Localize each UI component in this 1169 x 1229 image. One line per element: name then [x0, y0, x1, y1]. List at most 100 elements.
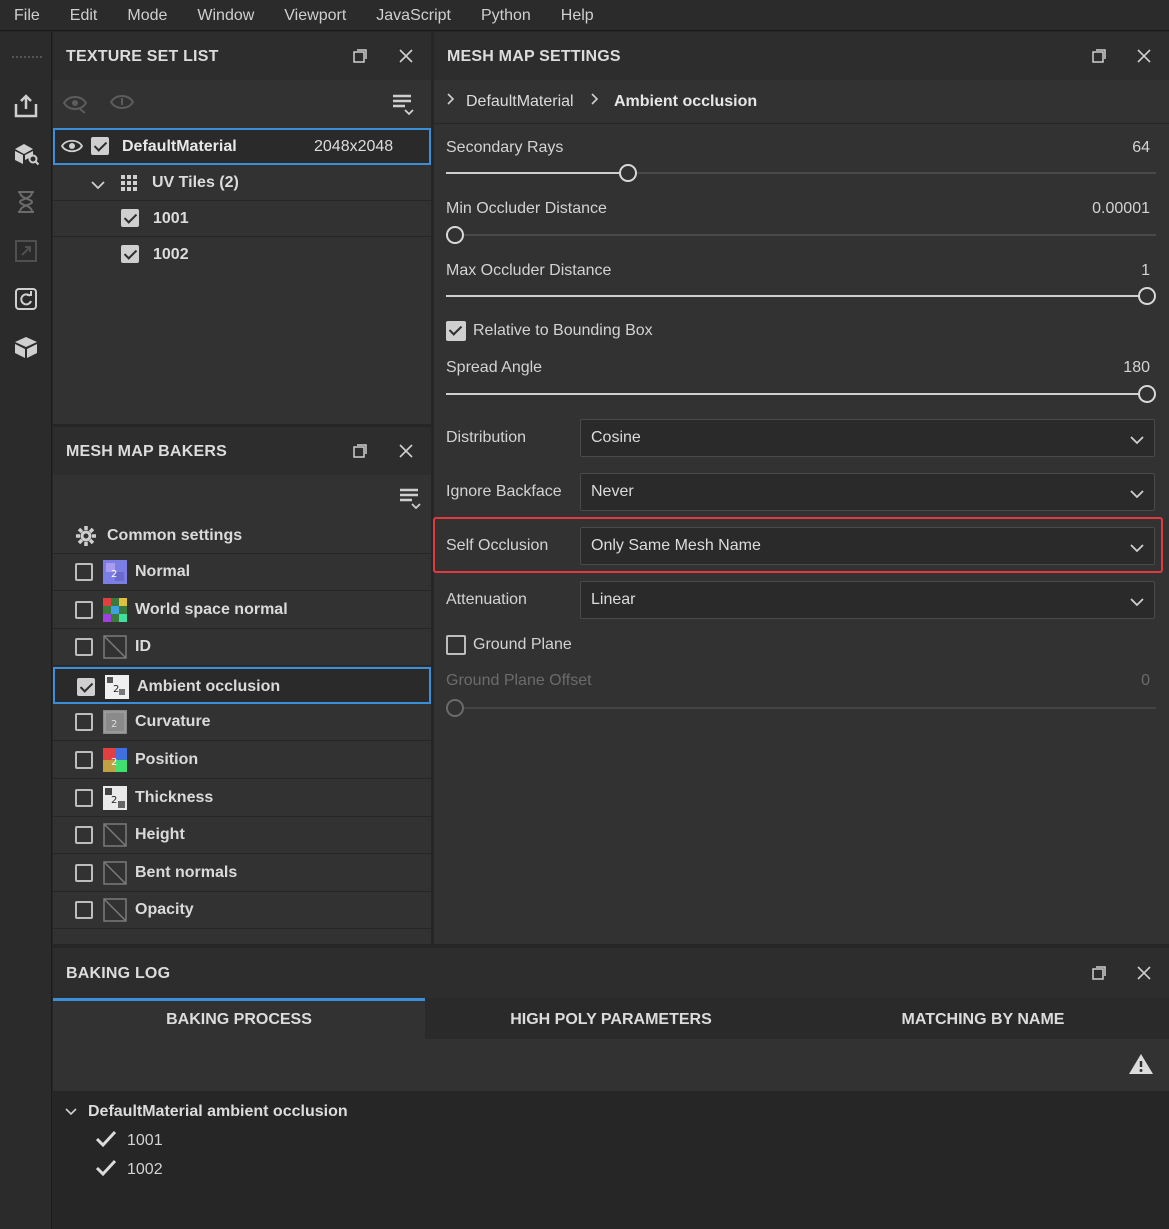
menu-file[interactable]: File	[0, 0, 55, 31]
slider-handle[interactable]	[446, 699, 464, 717]
undock-icon[interactable]	[350, 46, 370, 66]
max-occluder-slider[interactable]	[446, 287, 1156, 305]
export-icon[interactable]	[10, 90, 42, 122]
mesh-map-bakers-panel: MESH MAP BAKERS Common settings 2 Normal W…	[53, 427, 431, 944]
close-icon[interactable]	[396, 46, 416, 66]
gear-icon	[75, 525, 97, 552]
spread-angle-value[interactable]: 180	[1123, 359, 1150, 377]
slider-handle[interactable]	[619, 164, 637, 182]
tile-checkbox[interactable]	[121, 209, 139, 227]
cube-icon[interactable]	[10, 331, 42, 363]
baker-row[interactable]: Height	[53, 817, 431, 855]
empty-thumb-icon	[103, 898, 127, 923]
max-occluder-value[interactable]: 1	[1141, 262, 1150, 280]
menu-mode[interactable]: Mode	[112, 0, 182, 31]
chevron-down-icon[interactable]	[91, 177, 105, 195]
baker-checkbox[interactable]	[75, 863, 93, 882]
slider-handle[interactable]	[446, 226, 464, 244]
distribution-dropdown[interactable]: Cosine	[580, 419, 1155, 457]
panel-title: MESH MAP SETTINGS	[447, 48, 621, 65]
panel-title: BAKING LOG	[66, 965, 171, 982]
baker-row[interactable]: 2 Curvature	[53, 704, 431, 742]
close-icon[interactable]	[396, 441, 416, 461]
close-icon[interactable]	[1134, 46, 1154, 66]
ignore-backface-dropdown[interactable]: Never	[580, 473, 1155, 511]
undock-icon[interactable]	[1089, 963, 1109, 983]
baker-checkbox[interactable]	[75, 713, 93, 732]
solo-visibility-icon[interactable]	[109, 91, 135, 118]
baker-row[interactable]: 2 Normal	[53, 554, 431, 591]
breadcrumb-current: Ambient occlusion	[614, 93, 758, 110]
texture-set-row[interactable]: DefaultMaterial 2048x2048	[53, 128, 431, 165]
baker-checkbox[interactable]	[75, 826, 93, 845]
menu-python[interactable]: Python	[466, 0, 546, 31]
menu-viewport[interactable]: Viewport	[269, 0, 361, 31]
relative-bbox-label: Relative to Bounding Box	[473, 322, 653, 339]
uv-tiles-row[interactable]: UV Tiles (2)	[53, 165, 431, 201]
toolbar-grip[interactable]	[12, 56, 42, 60]
list-options-icon[interactable]	[397, 486, 421, 515]
baker-row[interactable]: World space normal	[53, 592, 431, 629]
baker-label: Height	[135, 826, 185, 844]
menu-javascript[interactable]: JavaScript	[361, 0, 466, 31]
hourglass-icon[interactable]	[10, 186, 42, 218]
resize-icon[interactable]	[10, 235, 42, 267]
thickness-thumb-icon: 2	[103, 785, 127, 810]
menu-edit[interactable]: Edit	[55, 0, 113, 31]
baker-checkbox[interactable]	[75, 901, 93, 920]
material-checkbox[interactable]	[91, 137, 109, 155]
world-space-normal-thumb-icon	[103, 597, 127, 622]
list-options-icon[interactable]	[390, 92, 414, 121]
spread-angle-slider[interactable]	[446, 385, 1156, 403]
baker-row[interactable]: ID	[53, 629, 431, 667]
baker-row[interactable]: 2 Ambient occlusion	[53, 666, 431, 704]
tile-checkbox[interactable]	[121, 245, 139, 263]
slider-handle[interactable]	[1138, 385, 1156, 403]
baker-row[interactable]: Bent normals	[53, 855, 431, 892]
tab-high-poly-parameters[interactable]: HIGH POLY PARAMETERS	[425, 998, 797, 1039]
undock-icon[interactable]	[350, 441, 370, 461]
panel-title: TEXTURE SET LIST	[66, 48, 219, 65]
common-settings-row[interactable]: Common settings	[53, 517, 431, 554]
chevron-down-icon[interactable]	[65, 1104, 77, 1122]
relative-bbox-checkbox[interactable]	[446, 321, 466, 341]
baker-row[interactable]: Opacity	[53, 892, 431, 930]
baker-checkbox[interactable]	[77, 677, 95, 696]
slider-handle[interactable]	[1138, 287, 1156, 305]
menu-help[interactable]: Help	[546, 0, 609, 31]
baker-row[interactable]: 2 Position	[53, 742, 431, 779]
refresh-icon[interactable]	[10, 283, 42, 315]
baker-checkbox[interactable]	[75, 751, 93, 769]
ground-plane-checkbox[interactable]	[446, 635, 466, 655]
baker-row[interactable]: 2 Thickness	[53, 780, 431, 817]
self-occlusion-dropdown[interactable]: Only Same Mesh Name	[580, 527, 1155, 565]
close-icon[interactable]	[1134, 963, 1154, 983]
undock-icon[interactable]	[1089, 46, 1109, 66]
uv-tile-row[interactable]: 1001	[53, 201, 431, 237]
attenuation-dropdown[interactable]: Linear	[580, 581, 1155, 619]
baker-checkbox[interactable]	[75, 788, 93, 807]
log-item: 1001	[127, 1132, 163, 1149]
eye-icon[interactable]	[60, 137, 84, 160]
secondary-rays-slider[interactable]	[446, 164, 1156, 182]
min-occluder-slider[interactable]	[446, 226, 1156, 244]
ground-plane-offset-value[interactable]: 0	[1141, 672, 1150, 690]
tab-baking-process[interactable]: BAKING PROCESS	[53, 998, 425, 1039]
warning-icon[interactable]	[1128, 1052, 1154, 1081]
bake-mesh-icon[interactable]	[10, 138, 42, 170]
tile-name: 1002	[153, 246, 189, 263]
baker-checkbox[interactable]	[75, 563, 93, 581]
baker-checkbox[interactable]	[75, 600, 93, 619]
visibility-toggle-icon[interactable]	[62, 92, 88, 119]
tab-matching-by-name[interactable]: MATCHING BY NAME	[797, 998, 1169, 1039]
svg-text:2: 2	[113, 684, 119, 695]
baker-label: Thickness	[135, 788, 214, 806]
secondary-rays-value[interactable]: 64	[1132, 139, 1150, 157]
baker-checkbox[interactable]	[75, 638, 93, 657]
ground-plane-offset-slider[interactable]	[446, 699, 1156, 717]
menu-window[interactable]: Window	[182, 0, 269, 31]
min-occluder-value[interactable]: 0.00001	[1092, 200, 1150, 218]
curvature-thumb-icon: 2	[103, 710, 127, 735]
uv-tile-row[interactable]: 1002	[53, 237, 431, 273]
breadcrumb-item[interactable]: DefaultMaterial	[466, 93, 574, 111]
